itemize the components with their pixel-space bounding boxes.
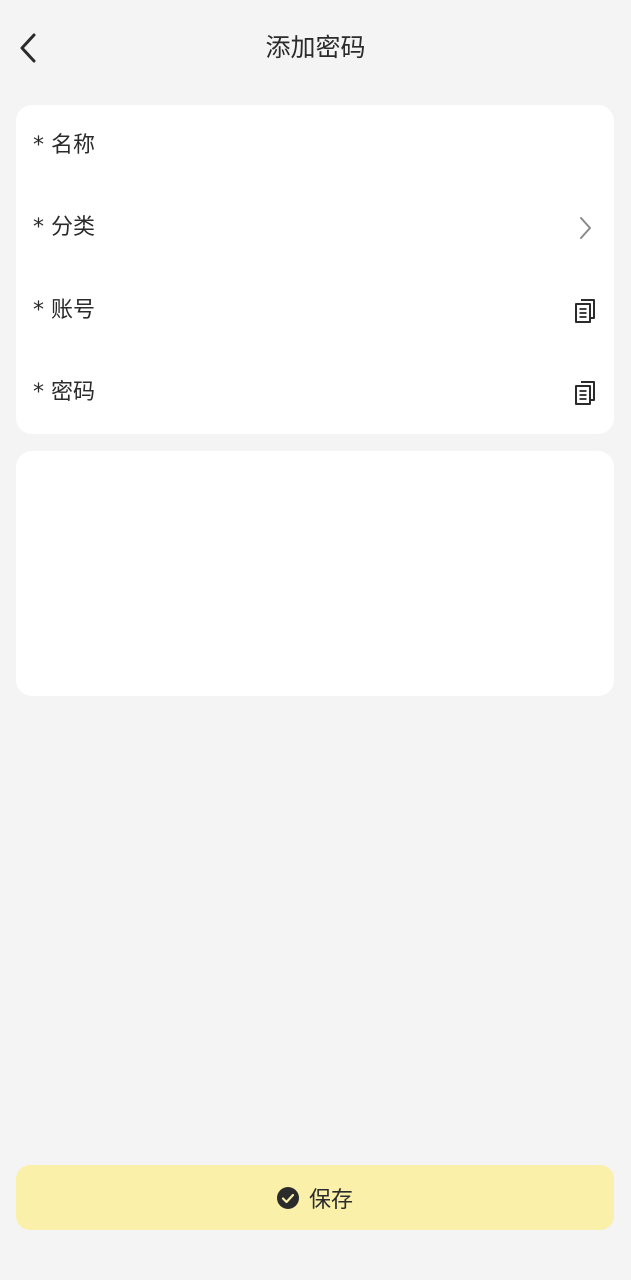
copy-password-button[interactable] xyxy=(572,378,598,408)
save-button-label: 保存 xyxy=(308,1187,353,1213)
chevron-right-icon xyxy=(580,217,591,239)
page-title: 添加密码 xyxy=(265,33,366,62)
notes-textarea[interactable] xyxy=(32,467,598,680)
save-button[interactable]: 保存 xyxy=(16,1165,614,1230)
field-row-account[interactable]: * 账号 xyxy=(16,270,614,352)
field-label-name: * 名称 xyxy=(33,133,95,158)
copy-icon xyxy=(575,299,595,323)
check-circle-icon xyxy=(276,1186,299,1209)
account-input[interactable] xyxy=(109,290,572,332)
copy-account-button[interactable] xyxy=(572,296,598,326)
field-row-category[interactable]: * 分类 xyxy=(16,187,614,269)
notes-card xyxy=(16,451,614,696)
password-input[interactable] xyxy=(109,372,572,414)
field-label-account: * 账号 xyxy=(33,298,95,323)
field-row-password[interactable]: * 密码 xyxy=(16,352,614,434)
field-row-name[interactable]: * 名称 xyxy=(16,105,614,187)
category-chevron[interactable] xyxy=(572,213,598,243)
field-label-category: * 分类 xyxy=(33,215,95,240)
copy-icon xyxy=(575,381,595,405)
field-label-password: * 密码 xyxy=(33,380,95,405)
fields-card: * 名称 * 分类 * 账号 * 密码 xyxy=(16,105,614,434)
app-header: 添加密码 xyxy=(0,0,631,100)
name-input[interactable] xyxy=(109,125,598,167)
